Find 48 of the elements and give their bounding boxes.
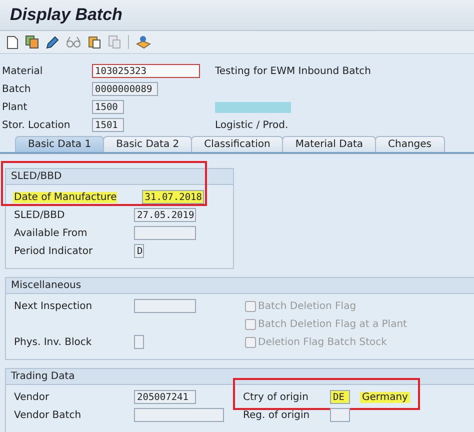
input-field[interactable] xyxy=(134,335,144,349)
tab[interactable]: Basic Data 1 xyxy=(15,136,104,152)
field-label: Batch xyxy=(2,84,32,94)
field-label: Vendor Batch xyxy=(13,410,82,420)
tab[interactable]: Classification xyxy=(191,136,284,152)
input-field[interactable]: 1501 xyxy=(92,118,124,132)
field-label: Period Indicator xyxy=(13,246,94,256)
input-field[interactable] xyxy=(134,408,224,422)
input-field[interactable] xyxy=(134,299,196,313)
input-field[interactable]: 31.07.2018 xyxy=(142,190,204,204)
new-document-icon[interactable] xyxy=(7,36,18,48)
input-field[interactable]: DE xyxy=(330,390,350,404)
tab[interactable]: Changes xyxy=(375,136,445,152)
input-field[interactable]: 1500 xyxy=(92,100,124,114)
input-field[interactable]: D xyxy=(134,244,144,258)
field-label: Next Inspection xyxy=(13,300,94,312)
description-text: Logistic / Prod. xyxy=(215,118,290,132)
input-field[interactable]: 103025323 xyxy=(92,64,200,78)
description-text: Testing for EWM Inbound Batch xyxy=(215,64,371,78)
copy-pages-icon[interactable] xyxy=(25,35,39,49)
section-title: Miscellaneous xyxy=(11,280,82,291)
tab[interactable]: Material Data xyxy=(282,136,376,152)
section-title: Trading Data xyxy=(11,371,75,382)
tab[interactable]: Basic Data 2 xyxy=(103,136,192,152)
pencil-icon[interactable] xyxy=(46,36,59,48)
checkbox-label: Deletion Flag Batch Stock xyxy=(258,336,387,348)
field-label: Date of Manufacture xyxy=(13,192,117,202)
input-field[interactable]: 27.05.2019 xyxy=(134,208,196,222)
field-label: Available From xyxy=(13,228,88,238)
input-field[interactable]: 205007241 xyxy=(134,390,196,404)
glasses-icon[interactable] xyxy=(66,36,81,48)
field-label: Material xyxy=(2,66,44,76)
clipboard-icon[interactable] xyxy=(88,35,101,49)
field-label: Stor. Location xyxy=(2,120,72,130)
field-label: SLED/BBD xyxy=(13,210,66,220)
input-field[interactable] xyxy=(330,408,350,422)
section-title: SLED/BBD xyxy=(11,171,62,182)
input-field[interactable]: 0000000089 xyxy=(92,82,158,96)
field-label: Reg. of origin xyxy=(242,410,311,420)
window-title: Display Batch xyxy=(10,5,122,25)
checkbox-label: Batch Deletion Flag at a Plant xyxy=(258,318,407,330)
field-label: Phys. Inv. Block xyxy=(13,336,93,348)
field-label: Plant xyxy=(2,102,28,112)
description-text: Germany xyxy=(360,392,410,402)
input-field[interactable] xyxy=(134,226,196,240)
field-label: Ctry of origin xyxy=(242,392,310,402)
field-label: Vendor xyxy=(13,392,50,402)
checkbox-label: Batch Deletion Flag xyxy=(258,300,356,312)
